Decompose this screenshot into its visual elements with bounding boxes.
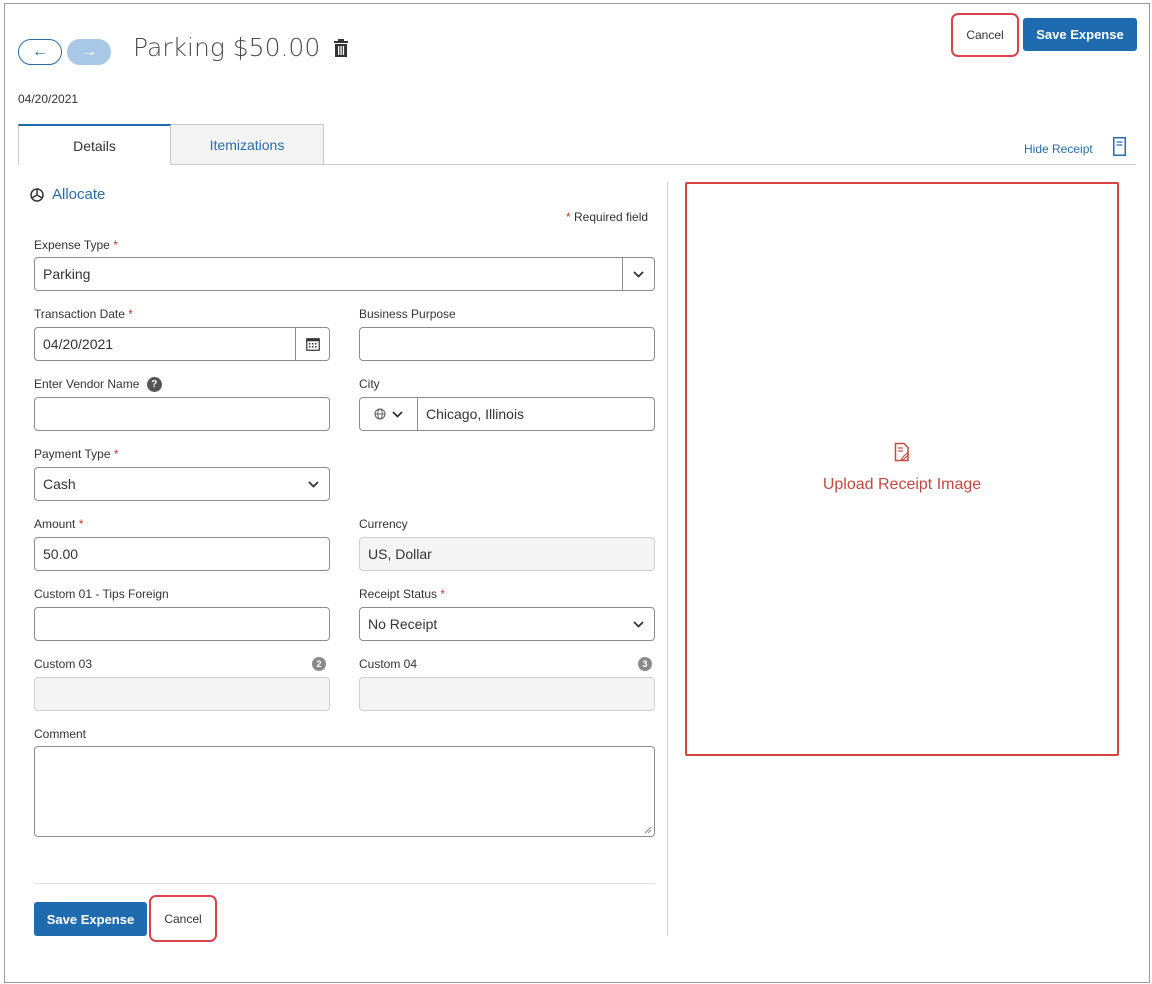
receipt-status-value: No Receipt [368,616,438,632]
custom03-badge: 2 [312,657,326,671]
allocate-pie-icon [30,187,44,202]
payment-type-select[interactable]: Cash [34,467,330,501]
transaction-date-input[interactable]: 04/20/2021 [34,327,330,361]
expense-date: 04/20/2021 [18,92,79,106]
cancel-button[interactable]: Cancel [149,895,217,942]
vendor-name-input[interactable] [34,397,330,431]
forward-arrow-icon: → [81,43,97,60]
calendar-icon [305,337,320,351]
receipt-status-label-text: Receipt Status [359,587,438,601]
required-star: * [78,517,84,531]
upload-receipt-icon [894,442,910,462]
vendor-name-label-text: Enter Vendor Name [34,377,140,391]
save-expense-button[interactable]: Save Expense [34,902,147,936]
amount-label: Amount * [34,517,83,531]
required-star: * [128,307,133,321]
back-button[interactable]: ← [18,39,62,65]
currency-label: Currency [359,517,408,531]
page-title: Parking $50.00 [133,33,321,62]
amount-label-text: Amount [34,517,76,531]
receipt-status-select[interactable]: No Receipt [359,607,655,641]
currency-field: US, Dollar [359,537,655,571]
tab-details[interactable]: Details [18,124,171,165]
upload-receipt-label: Upload Receipt Image [822,476,982,493]
resize-handle-icon[interactable] [644,826,652,834]
trash-icon [334,39,348,57]
custom04-field [359,677,655,711]
panel-divider [667,182,668,936]
payment-type-label-text: Payment Type [34,447,111,461]
globe-icon [374,408,386,420]
chevron-down-icon [308,481,319,488]
chevron-down-icon [392,410,403,418]
receipt-upload-area[interactable]: Upload Receipt Image [685,182,1119,756]
chevron-down-icon [633,270,644,278]
receipt-toggle-button[interactable] [1113,137,1126,159]
receipt-icon [1113,137,1126,156]
tab-divider [18,164,1136,165]
custom01-label: Custom 01 - Tips Foreign [34,587,169,601]
custom04-badge: 3 [638,657,652,671]
vendor-name-label: Enter Vendor Name ? [34,377,162,393]
expense-type-label-text: Expense Type [34,238,110,252]
help-icon[interactable]: ? [146,377,162,393]
required-field-note: * Required field [566,210,648,224]
forward-button[interactable]: → [67,39,111,65]
footer-divider [34,883,655,884]
transaction-date-value: 04/20/2021 [43,336,114,352]
transaction-date-label: Transaction Date * [34,307,133,321]
expense-type-label: Expense Type * [34,238,118,252]
tab-itemizations[interactable]: Itemizations [171,124,324,165]
allocate-link[interactable]: Allocate [30,186,105,203]
custom04-label: Custom 04 [359,657,418,671]
business-purpose-input[interactable] [359,327,655,361]
custom03-field [34,677,330,711]
hide-receipt-link[interactable]: Hide Receipt [1024,142,1093,156]
cancel-button-top[interactable]: Cancel [951,13,1019,57]
transaction-date-label-text: Transaction Date [34,307,125,321]
custom03-label: Custom 03 [34,657,93,671]
chevron-down-icon [633,621,644,628]
city-value: Chicago, Illinois [426,406,525,422]
required-star: * [440,587,446,601]
receipt-status-label: Receipt Status * [359,587,445,601]
upload-prompt: Upload Receipt Image [687,442,1117,494]
city-input[interactable]: Chicago, Illinois [359,397,655,431]
required-star: * [113,238,118,252]
city-label: City [359,377,380,391]
payment-type-label: Payment Type * [34,447,119,461]
amount-input[interactable]: 50.00 [34,537,330,571]
expense-type-select[interactable]: Parking [34,257,655,291]
required-star: * [113,447,119,461]
required-star: * [566,210,571,224]
comment-textarea[interactable] [34,746,655,837]
save-expense-button-top[interactable]: Save Expense [1023,18,1137,51]
expense-type-dropdown-toggle[interactable] [622,258,654,290]
custom01-input[interactable] [34,607,330,641]
business-purpose-label: Business Purpose [359,307,456,321]
payment-type-value: Cash [43,476,76,492]
comment-label: Comment [34,727,87,741]
expense-type-value: Parking [43,266,91,282]
required-field-text: Required field [574,210,649,224]
allocate-label: Allocate [52,186,106,203]
city-location-selector[interactable] [360,398,418,430]
back-arrow-icon: ← [32,43,48,60]
date-picker-button[interactable] [295,328,329,360]
delete-expense-button[interactable] [333,38,349,61]
